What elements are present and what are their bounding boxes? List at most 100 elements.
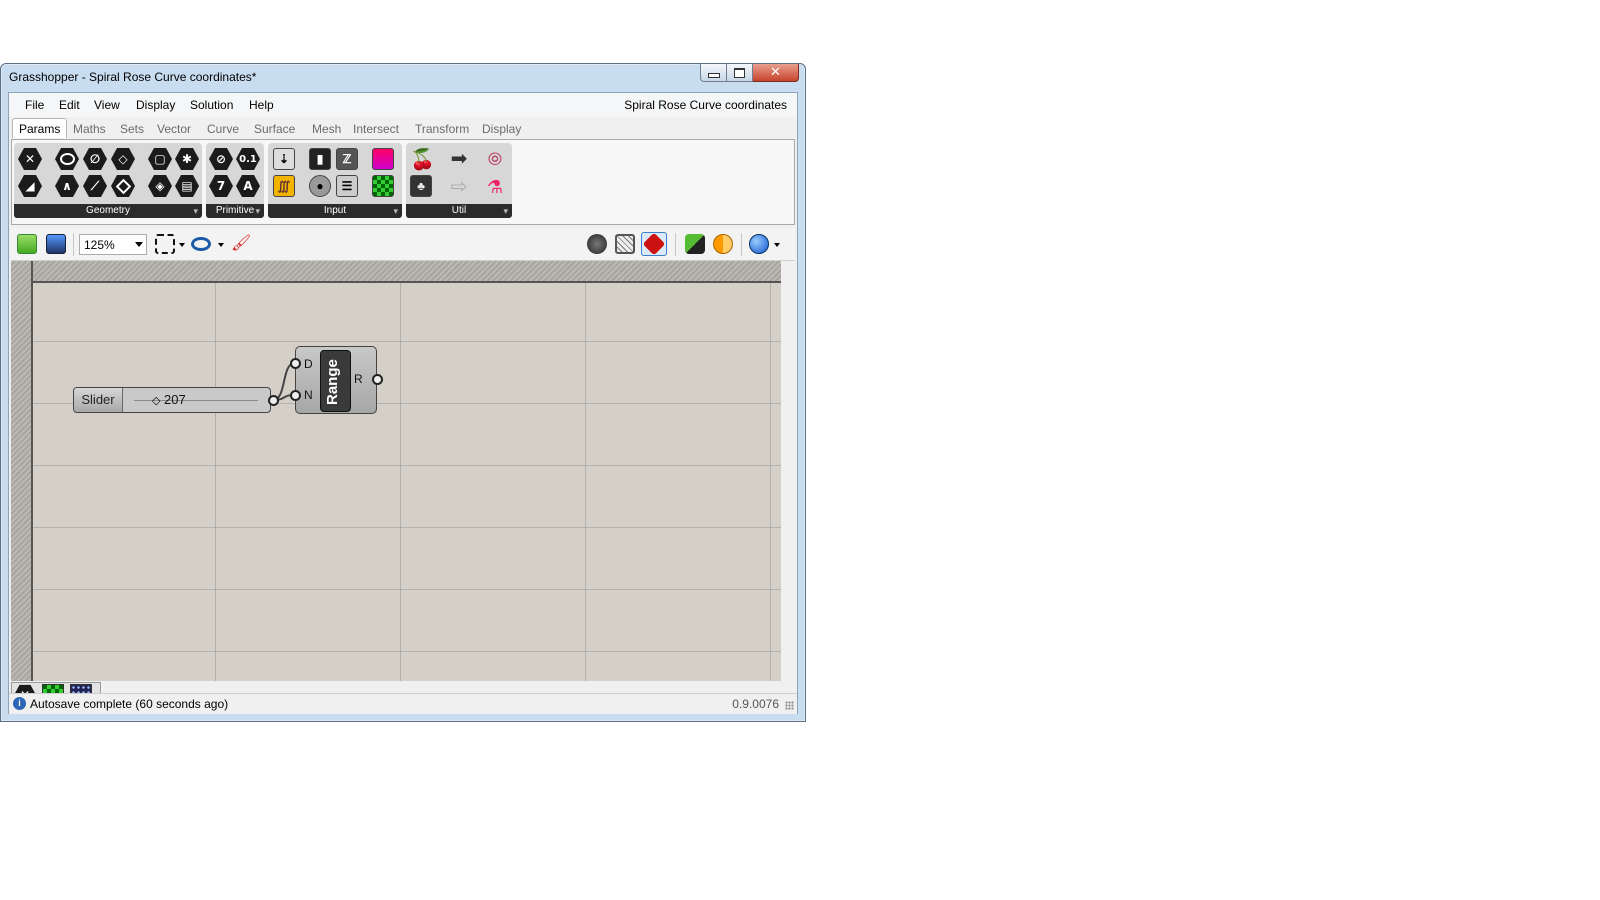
menu-help[interactable]: Help [249,98,274,112]
zoom-extents-icon[interactable] [155,234,175,254]
menu-file[interactable]: File [25,98,44,112]
close-icon: ✕ [770,65,781,80]
range-input-n-grip[interactable] [290,390,301,401]
zoom-value: 125% [84,238,115,252]
relay-icon[interactable]: ⇨ [447,175,471,199]
button-input-icon[interactable]: ● [309,175,331,197]
cherry-picker-icon[interactable]: 🍒 [410,147,435,171]
range-title-block: Range [320,350,351,412]
arc-param-icon[interactable]: ∧ [55,174,79,198]
open-file-icon[interactable] [17,234,37,254]
document-name: Spiral Rose Curve coordinates [624,98,787,112]
component-tabs: Params Maths Sets Vector Curve Surface M… [9,117,797,139]
circle-param-icon[interactable] [55,147,79,171]
value-list-icon[interactable]: ☰ [336,175,358,197]
title-bar[interactable]: Grasshopper - Spiral Rose Curve coordina… [1,64,805,89]
menu-bar: File Edit View Display Solution Help Spi… [9,93,797,118]
text-param-icon[interactable]: A [236,174,260,198]
mesh-quality-icon[interactable] [749,234,769,254]
curve-param-icon[interactable]: ∅ [83,147,107,171]
number-slider-icon[interactable]: ℤ [336,148,358,170]
slider-output-grip[interactable] [268,395,279,406]
slider-name: Slider [74,388,123,412]
boolean-param-icon[interactable]: ⊘ [209,147,233,171]
range-input-d-grip[interactable] [290,358,301,369]
tab-vector[interactable]: Vector [157,122,191,136]
preview-off-icon[interactable] [587,234,607,254]
fusion-icon[interactable]: ⦾ [483,147,507,171]
plane-param-icon[interactable]: ▤ [175,174,199,198]
window-controls: ✕ [700,64,799,83]
tab-display[interactable]: Display [482,122,521,136]
grasshopper-canvas[interactable]: Slider ◇ 207 D N Range R [11,261,781,681]
tab-params[interactable]: Params [12,118,68,138]
tab-surface[interactable]: Surface [254,122,295,136]
point-param-icon[interactable] [111,174,135,198]
colour-swatch-icon[interactable] [372,148,394,170]
shaded-preview-button[interactable] [641,232,667,256]
range-component[interactable]: D N Range R [295,346,377,414]
boolean-toggle-icon[interactable]: ▮ [309,148,331,170]
menu-edit[interactable]: Edit [59,98,80,112]
connection-wires [272,362,296,401]
status-bar: i Autosave complete (60 seconds ago) 0.9… [9,693,797,714]
resize-grip[interactable] [785,701,794,710]
maximize-icon [734,67,745,78]
line-param-icon[interactable]: ⟋ [83,174,107,198]
brep-param-icon[interactable]: ◈ [148,174,172,198]
group-label-primitive[interactable]: Primitive ▾ [206,204,264,218]
data-input-icon[interactable]: ⇣ [273,148,295,170]
zoom-dropdown[interactable]: 125% [79,234,147,255]
eye-preview-icon[interactable] [191,237,211,251]
tree-icon[interactable]: ♣ [410,175,432,197]
shaded-preview-icon [642,232,666,256]
surface-param-icon[interactable]: ◇ [111,147,135,171]
tab-maths[interactable]: Maths [73,122,106,136]
integer-param-icon[interactable]: ◢ [18,174,42,198]
ribbon-group-geometry: ✕ ◢ ∅ ◇ ∧ ⟋ ▢ ✱ ◈ ▤ Geometry ▾ [14,143,202,218]
tab-mesh[interactable]: Mesh [312,122,341,136]
chevron-down-icon [135,242,143,247]
ribbon-group-input: ⇣ ∭ ▮ ● ℤ ☰ Input ▾ [268,143,402,218]
mesh-param-icon[interactable]: ✱ [175,147,199,171]
tab-intersect[interactable]: Intersect [353,122,399,136]
graph-mapper-icon[interactable]: ∭ [273,175,295,197]
tab-sets[interactable]: Sets [120,122,144,136]
close-button[interactable]: ✕ [753,64,799,82]
group-label-input[interactable]: Input ▾ [268,204,402,218]
canvas-toolbar: 125% 🖌 [11,228,795,261]
group-label-util[interactable]: Util ▾ [406,204,512,218]
number-slider-node[interactable]: Slider ◇ 207 [73,387,271,413]
zoom-extents-chevron-icon[interactable] [179,243,185,247]
sketch-brush-icon[interactable]: 🖌 [231,234,251,254]
mesh-quality-chevron-icon[interactable] [774,243,780,247]
menu-solution[interactable]: Solution [190,98,233,112]
menu-view[interactable]: View [94,98,120,112]
maximize-button[interactable] [727,64,753,82]
preview-chevron-icon[interactable] [218,243,224,247]
selected-only-preview-icon[interactable] [685,234,705,254]
info-icon: i [13,697,26,710]
flask-icon[interactable]: ⚗ [483,175,507,199]
ribbon-group-util: 🍒 ♣ ➡ ⇨ ⦾ ⚗ Util ▾ [406,143,512,218]
tab-transform[interactable]: Transform [415,122,469,136]
range-output-r-grip[interactable] [372,374,383,385]
data-recorder-icon[interactable]: ➡ [447,147,471,171]
menu-display[interactable]: Display [136,98,175,112]
group-label-geometry[interactable]: Geometry ▾ [14,204,202,218]
preview-material-icon[interactable] [713,234,733,254]
save-file-icon[interactable] [46,234,66,254]
integer-7-param-icon[interactable]: 7 [209,174,233,198]
tab-curve[interactable]: Curve [207,122,239,136]
geometry-param-icon[interactable]: ✕ [18,147,42,171]
image-sampler-icon[interactable] [372,175,394,197]
toolbar-separator [741,233,742,256]
output-label-r: R [354,372,363,386]
wireframe-preview-icon[interactable] [615,234,635,254]
box-param-icon[interactable]: ▢ [148,147,172,171]
input-label-n: N [304,388,313,402]
slider-knob-icon[interactable]: ◇ [152,394,160,407]
minimize-button[interactable] [700,64,727,82]
number-param-icon[interactable]: 0.1 [236,147,260,171]
range-title: Range [324,359,341,405]
